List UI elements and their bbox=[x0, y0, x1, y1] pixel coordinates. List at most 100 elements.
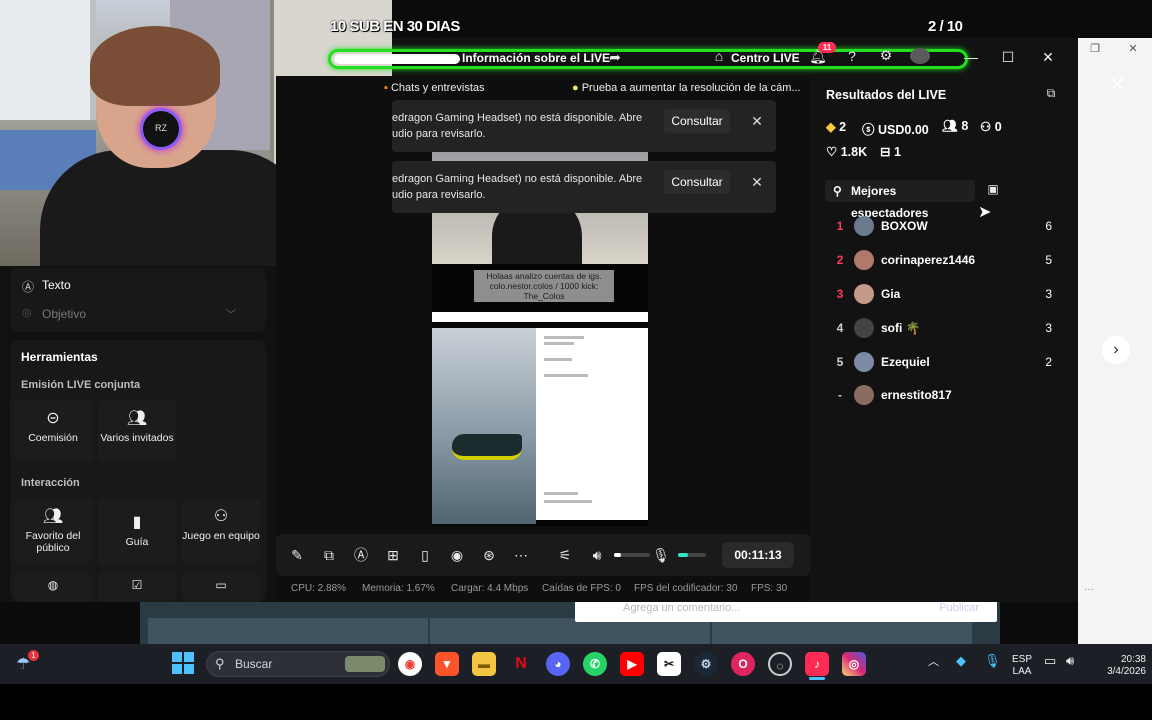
consultar-button[interactable]: Consultar bbox=[664, 109, 730, 133]
brave-icon[interactable]: ▼ bbox=[435, 652, 459, 676]
youtube-icon[interactable]: ▶ bbox=[620, 652, 644, 676]
viewer-row[interactable]: 4 sofi 🌴 3 bbox=[826, 314, 1058, 342]
viewer-row[interactable]: 2 corinaperez1446 5 bbox=[826, 246, 1058, 274]
tool-more[interactable]: ◍ bbox=[14, 572, 92, 602]
objetivo-source[interactable]: Objetivo bbox=[42, 307, 86, 321]
taskbar-search[interactable]: ⚲ Buscar bbox=[206, 651, 390, 677]
target-effect-icon[interactable]: ⊛ bbox=[478, 544, 500, 566]
share-icon[interactable]: ➦ bbox=[604, 49, 626, 66]
viewer-name[interactable]: Ezequiel bbox=[881, 355, 930, 369]
viewer-name[interactable]: Gia bbox=[881, 287, 900, 301]
notice-text: udio para revisarlo. bbox=[392, 189, 486, 201]
comment-input[interactable]: Agrega un comentario... Publicar bbox=[575, 600, 997, 622]
screen: Agrega un comentario... Publicar RZ 10 S… bbox=[0, 0, 1152, 720]
chevron-down-icon[interactable]: ﹀ bbox=[226, 306, 236, 321]
speaker-icon[interactable]: 🔊︎ bbox=[1066, 654, 1074, 667]
coemision-tool[interactable]: ⊝ Coemisión bbox=[14, 400, 92, 462]
help-icon[interactable]: ? bbox=[841, 48, 863, 64]
tool-more[interactable]: ▭ bbox=[182, 572, 260, 602]
texto-source[interactable]: Texto bbox=[42, 278, 71, 292]
chats-tab[interactable]: ▪ Chats y entrevistas bbox=[384, 82, 485, 94]
magic-wand-icon[interactable]: ✎ bbox=[286, 544, 308, 566]
capcut-icon[interactable]: ✂ bbox=[657, 652, 681, 676]
layers-icon[interactable]: ⧉ bbox=[318, 544, 340, 566]
video-thumbnail[interactable] bbox=[148, 618, 428, 644]
viewer-row[interactable]: 5 Ezequiel 2 bbox=[826, 348, 1058, 376]
windows-start-icon[interactable] bbox=[172, 652, 194, 674]
chrome-icon[interactable]: ◉ bbox=[398, 652, 422, 676]
consultar-button[interactable]: Consultar bbox=[664, 170, 730, 194]
close-icon[interactable]: ✕ bbox=[1106, 74, 1128, 96]
clock[interactable]: 20:38 3/4/2026 bbox=[1092, 654, 1146, 678]
preview-divider bbox=[432, 312, 648, 322]
site-close-window-icon[interactable]: ✕ bbox=[1122, 38, 1144, 60]
phone-icon[interactable]: ▯ bbox=[414, 544, 436, 566]
avatar[interactable] bbox=[854, 284, 874, 304]
mixer-icon[interactable]: ⚟ bbox=[554, 544, 576, 566]
mic-tray-icon[interactable]: 🎙︎ bbox=[984, 654, 1001, 667]
netflix-icon[interactable]: N bbox=[509, 652, 533, 676]
site-restore-icon[interactable]: ❐ bbox=[1084, 38, 1106, 60]
avatar[interactable] bbox=[854, 385, 874, 405]
viewer-row[interactable]: 1 BOXOW 6 bbox=[826, 212, 1058, 240]
box-icon: ▭ bbox=[215, 578, 227, 592]
top-viewers-tab[interactable]: ⚲ Mejores espectadores bbox=[825, 180, 975, 220]
record-icon[interactable]: ◉ bbox=[446, 544, 468, 566]
favorito-tool[interactable]: 👥︎ Favorito del público bbox=[14, 498, 92, 564]
add-user-icon: ⚇ bbox=[980, 120, 992, 134]
audio-notice: edragon Gaming Headset) no está disponib… bbox=[392, 161, 776, 213]
avatar[interactable] bbox=[854, 318, 874, 338]
tray-chevron-icon[interactable]: ︿ bbox=[928, 656, 939, 668]
close-icon[interactable]: ✕ bbox=[748, 109, 766, 133]
avatar[interactable] bbox=[854, 352, 874, 372]
viewer-name[interactable]: BOXOW bbox=[881, 219, 928, 233]
home-icon[interactable]: ⌂ bbox=[708, 48, 730, 64]
instagram-icon[interactable]: ◎ bbox=[842, 652, 866, 676]
discord-icon[interactable]: ◕ bbox=[546, 652, 570, 676]
live-info-link[interactable]: Información sobre el LIVE bbox=[462, 51, 610, 65]
minimize-icon[interactable]: — bbox=[960, 46, 982, 68]
obs-icon[interactable]: ◌ bbox=[768, 652, 792, 676]
folder-icon[interactable]: ▬ bbox=[472, 652, 496, 676]
close-icon[interactable]: ✕ bbox=[748, 170, 766, 194]
encoder-fps-stat: FPS del codificador: 30 bbox=[634, 583, 738, 594]
viewer-row[interactable]: - ernestito817 bbox=[826, 381, 1058, 409]
centro-live-link[interactable]: Centro LIVE bbox=[731, 51, 800, 65]
publish-button[interactable]: Publicar bbox=[939, 602, 979, 614]
language-indicator[interactable]: ESP LAA bbox=[1010, 654, 1034, 678]
opera-gx-icon[interactable]: O bbox=[731, 652, 755, 676]
resolution-tip[interactable]: ● Prueba a aumentar la resolución de la … bbox=[572, 82, 801, 94]
avatar[interactable] bbox=[854, 250, 874, 270]
viewer-name[interactable]: ernestito817 bbox=[881, 388, 952, 402]
juego-tool[interactable]: ⚇ Juego en equipo bbox=[182, 498, 260, 564]
preview-jetski bbox=[452, 434, 522, 460]
ai-icon[interactable]: Ⓐ bbox=[350, 544, 372, 566]
more-dots-icon[interactable]: ··· bbox=[1084, 584, 1094, 595]
sources-card: Ⓐ Texto ◎ Objetivo ﹀ bbox=[10, 268, 266, 332]
avatar[interactable] bbox=[854, 216, 874, 236]
varios-invitados-tool[interactable]: 👥︎ Varios invitados bbox=[98, 400, 176, 462]
add-source-icon[interactable]: ⊞ bbox=[382, 544, 404, 566]
mic-icon[interactable]: 🎙︎ bbox=[650, 544, 672, 566]
tool-more[interactable]: ☑ bbox=[98, 572, 176, 602]
guia-tool[interactable]: ▮ Guía bbox=[98, 498, 176, 564]
maximize-icon[interactable]: ☐ bbox=[997, 46, 1019, 68]
profile-avatar-icon[interactable] bbox=[910, 48, 930, 64]
heart-icon: ♡ bbox=[826, 145, 838, 159]
whatsapp-icon[interactable]: ✆ bbox=[583, 652, 607, 676]
tiktok-live-icon[interactable]: ♪ bbox=[805, 652, 829, 676]
volume-fill bbox=[614, 553, 621, 557]
viewer-name[interactable]: corinaperez1446 bbox=[881, 253, 975, 267]
volume-icon[interactable]: 🔊︎ bbox=[586, 544, 608, 566]
steam-icon[interactable]: ⚙ bbox=[694, 652, 718, 676]
close-window-icon[interactable]: ✕ bbox=[1037, 46, 1059, 68]
next-arrow-icon[interactable]: › bbox=[1102, 336, 1130, 364]
gear-icon[interactable]: ⚙ bbox=[875, 47, 897, 64]
viewer-row[interactable]: 3 Gia 3 bbox=[826, 280, 1058, 308]
network-icon[interactable]: ▭ bbox=[1044, 654, 1056, 667]
list-icon[interactable]: ▣ bbox=[982, 182, 1004, 196]
more-icon[interactable]: ⋯ bbox=[510, 544, 532, 566]
viewer-name[interactable]: sofi 🌴 bbox=[881, 321, 921, 335]
popout-icon[interactable]: ⧉ bbox=[1040, 86, 1062, 101]
shield-icon[interactable]: ◆ bbox=[956, 654, 966, 667]
